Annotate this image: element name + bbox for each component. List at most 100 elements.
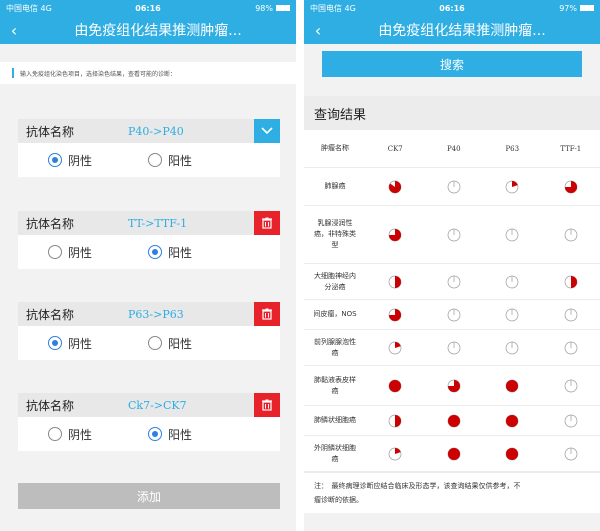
- tumor-name: 肺黏液表皮样癌: [304, 375, 366, 397]
- tumor-name: 肺腺癌: [304, 181, 366, 192]
- positivity-pie-icon: [542, 379, 600, 393]
- trash-icon[interactable]: [254, 302, 280, 326]
- results-table: 肿瘤名称 CK7 P40 P63 TTF-1 肺腺癌 乳腺浸润性 癌，非特殊类型大细胞神经内分…: [304, 130, 600, 472]
- tumor-name-line: 癌: [331, 348, 339, 357]
- add-button[interactable]: 添加: [18, 483, 280, 509]
- battery-icon: [580, 5, 594, 11]
- status-bar: 中国电信 4G 06:16 98%: [0, 0, 296, 16]
- positivity-pie-icon: [542, 180, 600, 194]
- antibody-selector[interactable]: 抗体名称 P63->P63: [18, 302, 280, 326]
- search-button[interactable]: 搜索: [322, 51, 582, 77]
- radio-icon: [48, 427, 62, 441]
- antibody-label: 抗体名称: [26, 216, 75, 231]
- clock: 06:16: [135, 3, 161, 13]
- tumor-name-line: 大细胞神经内: [314, 271, 356, 280]
- antibody-card: 抗体名称 P40->P40 阴性 阳性: [18, 119, 280, 177]
- column-header: 肿瘤名称: [321, 144, 349, 152]
- tumor-name-line: 分泌癌: [324, 282, 346, 291]
- positivity-pie-icon: [425, 308, 484, 322]
- positivity-pie-icon: [366, 341, 425, 355]
- antibody-selector[interactable]: 抗体名称 P40->P40: [18, 119, 280, 143]
- column-header: CK7: [387, 144, 403, 153]
- radio-icon: [148, 427, 162, 441]
- tumor-name-line: 肺腺癌: [324, 182, 346, 190]
- positivity-pie-icon: [366, 228, 425, 242]
- result-options: 阴性 阳性: [18, 417, 280, 451]
- positivity-pie-icon: [425, 341, 484, 355]
- antibody-label: 抗体名称: [26, 124, 75, 139]
- positivity-pie-icon: [483, 228, 542, 242]
- back-icon[interactable]: ‹: [304, 21, 332, 40]
- positivity-pie-icon: [366, 447, 425, 461]
- negative-radio[interactable]: 阴性: [48, 335, 148, 352]
- table-row: 肺鳞状细胞癌: [304, 406, 600, 436]
- positivity-pie-icon: [483, 275, 542, 289]
- tumor-name-line: 外阴鳞状细胞: [314, 443, 356, 452]
- radio-icon: [48, 245, 62, 259]
- radio-icon: [48, 336, 62, 350]
- positivity-pie-icon: [366, 414, 425, 428]
- page-title: 由免疫组化结果推测肿瘤...: [378, 23, 546, 39]
- positivity-pie-icon: [366, 180, 425, 194]
- trash-icon[interactable]: [254, 393, 280, 417]
- positivity-pie-icon: [542, 447, 600, 461]
- trash-icon[interactable]: [254, 211, 280, 235]
- positivity-pie-icon: [425, 379, 484, 393]
- negative-label: 阴性: [68, 153, 93, 168]
- tumor-name: 乳腺浸润性癌，非特殊类型: [304, 218, 366, 251]
- tumor-name: 大细胞神经内 分泌癌: [304, 271, 366, 293]
- positive-radio[interactable]: 阳性: [148, 426, 192, 443]
- table-header: 肿瘤名称 CK7 P40 P63 TTF-1: [304, 130, 600, 168]
- positivity-pie-icon: [542, 414, 600, 428]
- negative-label: 阴性: [68, 336, 93, 351]
- chevron-down-icon[interactable]: [254, 119, 280, 143]
- tumor-name: 肺鳞状细胞癌: [304, 415, 366, 426]
- antibody-card: 抗体名称 TT->TTF-1 阴性 阳性: [18, 211, 280, 269]
- negative-radio[interactable]: 阴性: [48, 426, 148, 443]
- positivity-pie-icon: [483, 308, 542, 322]
- negative-label: 阴性: [68, 245, 93, 260]
- tumor-name: 间皮瘤，NOS: [304, 309, 366, 320]
- tumor-name-line: 型: [331, 241, 339, 249]
- positivity-pie-icon: [366, 275, 425, 289]
- note-line: 注： 最终病理诊断应结合临床及形态学，该查询结果仅供参考，不: [314, 482, 521, 490]
- negative-radio[interactable]: 阴性: [48, 152, 148, 169]
- status-bar: 中国电信 4G 06:16 97%: [304, 0, 600, 16]
- table-row: 肺黏液表皮样癌: [304, 366, 600, 406]
- positivity-pie-icon: [542, 341, 600, 355]
- column-header: P63: [505, 144, 520, 153]
- tumor-name-line: 癌，非特殊类: [314, 230, 356, 238]
- results-title: 查询结果: [304, 96, 600, 130]
- result-options: 阴性 阳性: [18, 235, 280, 269]
- column-header: TTF-1: [560, 144, 582, 153]
- tumor-name-line: 肺黏液表皮样: [314, 375, 356, 384]
- page-title: 由免疫组化结果推测肿瘤...: [74, 23, 242, 39]
- antibody-selector[interactable]: 抗体名称 TT->TTF-1: [18, 211, 280, 235]
- positive-radio[interactable]: 阳性: [148, 244, 192, 261]
- result-options: 阴性 阳性: [18, 143, 280, 177]
- antibody-selector[interactable]: 抗体名称 Ck7->CK7: [18, 393, 280, 417]
- positivity-pie-icon: [483, 379, 542, 393]
- disclaimer-note: 注： 最终病理诊断应结合临床及形态学，该查询结果仅供参考，不 瘤诊断的依据。: [304, 472, 600, 513]
- left-screen: 中国电信 4G 06:16 98% ‹ 由免疫组化结果推测肿瘤... 输入免疫组…: [0, 0, 296, 531]
- nav-bar: ‹ 由免疫组化结果推测肿瘤...: [0, 16, 296, 44]
- positive-label: 阳性: [168, 427, 193, 442]
- positive-label: 阳性: [168, 153, 193, 168]
- search-area: 搜索: [304, 44, 600, 84]
- antibody-card: 抗体名称 Ck7->CK7 阴性 阳性: [18, 393, 280, 451]
- antibody-label: 抗体名称: [26, 398, 75, 413]
- positive-radio[interactable]: 阳性: [148, 152, 192, 169]
- negative-radio[interactable]: 阴性: [48, 244, 148, 261]
- battery-icon: [276, 5, 290, 11]
- tumor-name-line: 乳腺浸润性: [317, 219, 353, 227]
- table-row: 外阴鳞状细胞癌: [304, 436, 600, 472]
- banner-accent-bar: [12, 68, 14, 78]
- positivity-pie-icon: [425, 275, 484, 289]
- positivity-pie-icon: [483, 414, 542, 428]
- radio-icon: [148, 245, 162, 259]
- back-icon[interactable]: ‹: [0, 21, 28, 40]
- result-options: 阴性 阳性: [18, 326, 280, 360]
- positivity-pie-icon: [542, 228, 600, 242]
- positive-radio[interactable]: 阳性: [148, 335, 192, 352]
- instruction-banner: 输入免疫组化染色项目，选择染色结果，查看可能的诊断：: [0, 62, 296, 84]
